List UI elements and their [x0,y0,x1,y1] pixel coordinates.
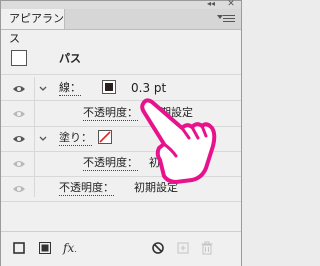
collapse-panel-icon[interactable]: ◂◂ [204,0,218,9]
add-new-fill-icon[interactable] [38,241,52,255]
add-effect-icon[interactable]: fx. [63,241,83,255]
path-label: パス [59,52,81,65]
add-new-stroke-icon[interactable] [12,241,26,255]
delete-item-icon[interactable] [200,241,214,255]
stroke-weight-value[interactable]: 0.3 pt [131,81,166,95]
opacity-visibility-eye-icon[interactable] [12,184,26,194]
stroke-opacity-label[interactable]: 不透明度： [83,106,138,121]
close-panel-icon[interactable]: ✕ [225,0,237,9]
path-thumbnail [11,50,27,66]
stroke-label[interactable]: 線： [59,81,81,96]
fill-label[interactable]: 塗り： [59,131,92,146]
fill-none-swatch-icon[interactable] [98,130,112,144]
separator [1,74,241,75]
clear-appearance-icon[interactable] [151,241,165,255]
stroke-color-swatch[interactable] [102,80,116,94]
path-row[interactable]: パス [1,49,241,73]
stroke-opacity-visibility-eye-icon[interactable] [12,109,26,119]
pointing-hand-icon [140,98,220,188]
panel-title-strip: ◂◂ ✕ [1,0,241,9]
fill-visibility-eye-icon[interactable] [12,134,26,144]
fill-opacity-visibility-eye-icon[interactable] [12,159,26,169]
fx-label: fx [63,241,75,255]
duplicate-item-icon[interactable] [176,241,190,255]
tab-bar: アピアランス [1,9,241,45]
panel-footer-toolbar: fx. [1,231,241,266]
opacity-label[interactable]: 不透明度： [59,181,114,196]
separator [1,201,241,202]
fill-expand-chevron-icon[interactable] [38,134,48,144]
stroke-visibility-eye-icon[interactable] [12,84,26,94]
stroke-expand-chevron-icon[interactable] [38,84,48,94]
panel-menu-icon[interactable] [217,13,235,23]
tab-appearance[interactable]: アピアランス [1,9,65,45]
fill-opacity-label[interactable]: 不透明度： [83,156,138,171]
